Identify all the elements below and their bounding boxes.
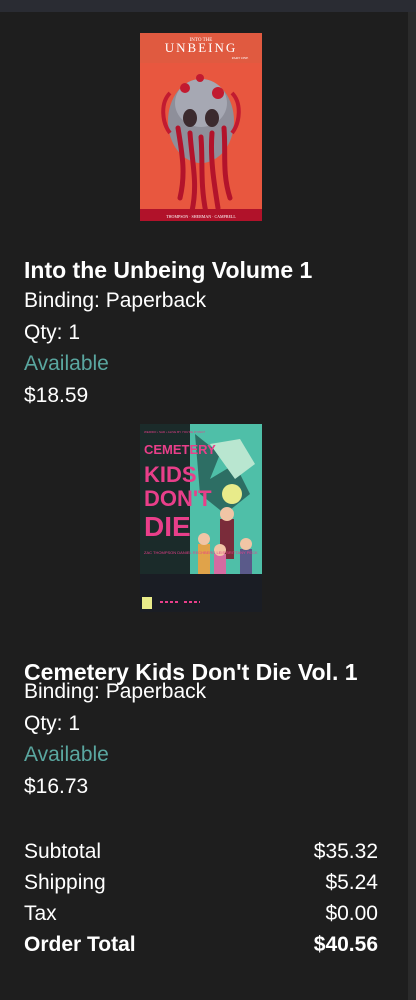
cover-large-title: UNBEING [165, 40, 238, 55]
item-price: $16.73 [24, 775, 89, 798]
item-availability: Available [24, 743, 109, 766]
shipping-row: Shipping $5.24 [24, 868, 378, 898]
cover-subtitle: PART ONE [232, 56, 248, 60]
tax-row: Tax $0.00 [24, 899, 378, 929]
order-total-row: Order Total $40.56 [24, 930, 378, 960]
cover-title-line-1: CEMETERY [144, 442, 216, 457]
item-qty: Qty: 1 [24, 321, 81, 344]
subtotal-label: Subtotal [24, 840, 102, 863]
subtotal-value: $35.32 [313, 840, 378, 863]
order-total-label: Order Total [24, 933, 136, 956]
book-cover-image: INTO THE UNBEING PART ONE THOMPSON · SHE… [140, 33, 262, 221]
item-qty: Qty: 1 [24, 712, 81, 735]
order-total-value: $40.56 [313, 933, 378, 956]
tax-value: $0.00 [325, 902, 378, 925]
item-title[interactable]: Into the Unbeing Volume 1 [24, 255, 312, 285]
cover-credits: THOMPSON · SHERMAN · CAMPBELL [166, 214, 236, 219]
shipping-label: Shipping [24, 871, 106, 894]
item-price: $18.59 [24, 384, 89, 407]
cover-title-line-2: KIDS [144, 462, 197, 487]
shipping-value: $5.24 [325, 871, 378, 894]
order-panel: INTO THE UNBEING PART ONE THOMPSON · SHE… [0, 12, 408, 1000]
subtotal-row: Subtotal $35.32 [24, 837, 378, 867]
book-cover-image: WEIRDO • SAD • ALIVE BY YOU'RE DYING? CE… [140, 424, 262, 612]
item-binding: Binding: Paperback [24, 289, 207, 312]
item-binding: Binding: Paperback [24, 680, 207, 703]
cover-title-line-4: DIE [144, 511, 191, 542]
cover-tagline: WEIRDO • SAD • ALIVE BY YOU'RE DYING? [144, 430, 205, 434]
cover-title-line-3: DON'T [144, 486, 212, 511]
cover-art-cemetery-kids: WEIRDO • SAD • ALIVE BY YOU'RE DYING? CE… [140, 424, 262, 612]
cover-credits: ZAC THOMPSON DANIEL RECHBERG LEIS BRITTA… [144, 550, 258, 555]
tax-label: Tax [24, 902, 57, 925]
cover-art-into-the-unbeing: INTO THE UNBEING PART ONE THOMPSON · SHE… [140, 33, 262, 221]
item-availability: Available [24, 352, 109, 375]
right-scroll-rail [408, 12, 416, 1000]
top-strip [0, 0, 416, 12]
